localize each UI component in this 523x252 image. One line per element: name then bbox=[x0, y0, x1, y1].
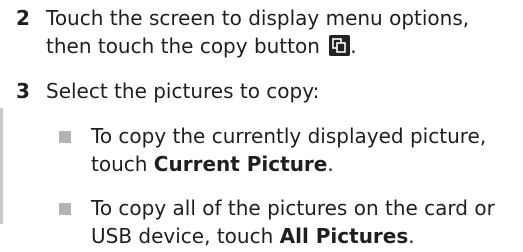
copy-icon bbox=[329, 35, 351, 56]
bullet-square-icon bbox=[59, 203, 71, 215]
bullet-text: To copy the currently displayed picture,… bbox=[91, 122, 521, 178]
bullet-text-end: . bbox=[327, 152, 334, 176]
step-number: 2 bbox=[16, 6, 30, 30]
step-2-text: Touch the screen to display menu options… bbox=[46, 6, 470, 58]
left-margin-rule bbox=[0, 108, 3, 224]
bold-label-all-pictures: All Pictures bbox=[279, 224, 409, 248]
bold-label-current-picture: Current Picture bbox=[153, 152, 328, 176]
bullet-text-end: . bbox=[408, 224, 415, 248]
step-text: Touch the screen to display menu options… bbox=[46, 4, 516, 60]
bullet-square-icon bbox=[59, 131, 71, 143]
bullet-text: To copy all of the pictures on the card … bbox=[91, 194, 521, 250]
step-text: Select the pictures to copy: bbox=[46, 79, 320, 103]
step-2-text-end: . bbox=[350, 34, 357, 58]
step-number: 3 bbox=[16, 79, 30, 103]
